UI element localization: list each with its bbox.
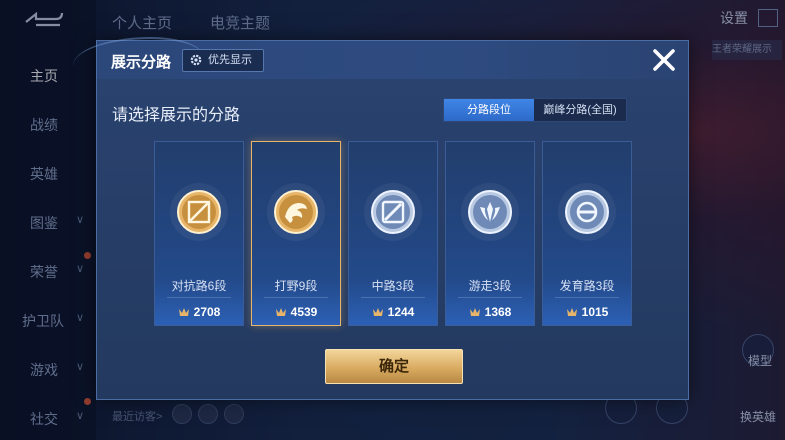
lane-score-value: 4539 bbox=[290, 305, 318, 319]
priority-display-button[interactable]: 优先显示 bbox=[182, 49, 264, 72]
segment-peak-lane[interactable]: 巅峰分路(全国) bbox=[534, 99, 626, 121]
lane-score: 1015 bbox=[543, 305, 631, 319]
lane-rank-label: 中路3段 bbox=[371, 279, 415, 293]
divider bbox=[361, 297, 425, 298]
score-crown-icon bbox=[469, 308, 480, 316]
divider bbox=[167, 297, 231, 298]
segment-lane-rank[interactable]: 分路段位 bbox=[444, 99, 534, 121]
divider bbox=[264, 297, 328, 298]
score-crown-icon bbox=[566, 308, 577, 316]
dragon-icon bbox=[267, 183, 325, 241]
lane-type-segmented-control: 分路段位 巅峰分路(全国) bbox=[443, 98, 627, 122]
gear-icon bbox=[190, 54, 202, 66]
lane-rank-label: 游走3段 bbox=[468, 279, 512, 293]
lane-score-value: 1015 bbox=[581, 305, 609, 319]
divider bbox=[458, 297, 522, 298]
dialog-header: 展示分路 优先显示 bbox=[73, 37, 688, 79]
lane-score-value: 1244 bbox=[387, 305, 415, 319]
lane-card-jungle[interactable]: 打野9段 4539 bbox=[251, 141, 341, 326]
lane-card-adc[interactable]: 发育路3段 1015 bbox=[542, 141, 632, 326]
lane-rank-label: 打野9段 bbox=[274, 279, 318, 293]
score-crown-icon bbox=[178, 308, 189, 316]
score-crown-icon bbox=[372, 308, 383, 316]
priority-display-label: 优先显示 bbox=[208, 54, 252, 66]
lane-score: 1368 bbox=[446, 305, 534, 319]
lane-score: 2708 bbox=[155, 305, 243, 319]
lane-rank-label: 发育路3段 bbox=[559, 279, 615, 293]
lane-card-mid[interactable]: 中路3段 1244 bbox=[348, 141, 438, 326]
score-crown-icon bbox=[275, 308, 286, 316]
lane-rank-label: 对抗路6段 bbox=[171, 279, 227, 293]
lane-display-dialog: 展示分路 优先显示 请选择展示的分路 分路段位 巅峰分路(全国) 对抗路6段 2… bbox=[73, 37, 689, 400]
dialog-title: 展示分路 bbox=[111, 54, 172, 71]
lane-card-support[interactable]: 游走3段 1368 bbox=[445, 141, 535, 326]
staff-icon bbox=[364, 183, 422, 241]
lane-score: 1244 bbox=[349, 305, 437, 319]
lane-score: 4539 bbox=[252, 305, 340, 319]
sword-cross-icon bbox=[170, 183, 228, 241]
lane-card-top[interactable]: 对抗路6段 2708 bbox=[154, 141, 244, 326]
lane-score-value: 2708 bbox=[193, 305, 221, 319]
lane-score-value: 1368 bbox=[484, 305, 512, 319]
section-title: 请选择展示的分路 bbox=[112, 107, 241, 124]
confirm-button[interactable]: 确定 bbox=[325, 349, 463, 384]
target-icon bbox=[558, 183, 616, 241]
divider bbox=[555, 297, 619, 298]
wings-icon bbox=[461, 183, 519, 241]
close-icon[interactable] bbox=[650, 46, 678, 74]
